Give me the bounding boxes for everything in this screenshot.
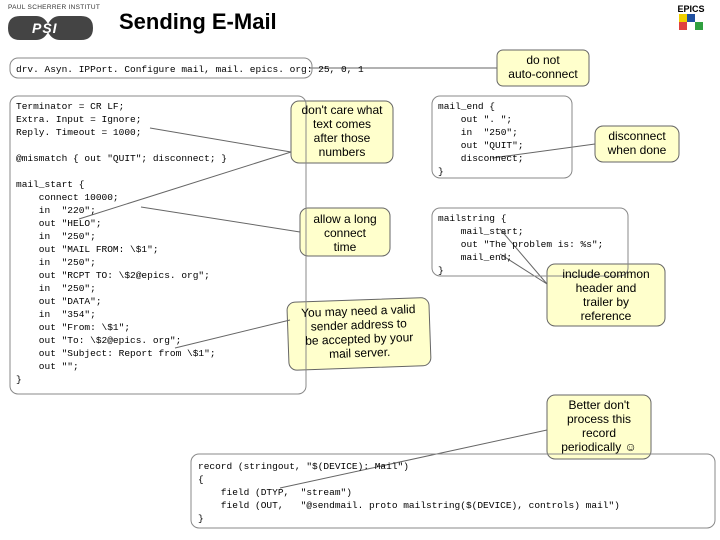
drv-config-code: drv. Asyn. IPPort. Configure mail, mail.… [16, 63, 364, 76]
logo-subtitle: PAUL SCHERRER INSTITUT [8, 4, 100, 11]
page-title: Sending E-Mail [119, 9, 277, 35]
epics-squares [679, 14, 703, 30]
epics-text: EPICS [670, 4, 712, 14]
psi-logo: PAUL SCHERRER INSTITUT PSI [8, 4, 103, 40]
header: PAUL SCHERRER INSTITUT PSI Sending E-Mai… [0, 0, 720, 44]
record-code: record (stringout, "$(DEVICE): Mail") { … [198, 460, 620, 525]
callout-periodically: Better don't process this record periodi… [550, 398, 648, 454]
callout-include: include common header and trailer by ref… [550, 267, 662, 323]
callout-disconnect: disconnect when done [597, 129, 677, 157]
callout-validaddr: You may need a valid sender address to b… [289, 302, 429, 363]
callout-autoconnect: do not auto-connect [500, 53, 586, 81]
callout-longconnect: allow a long connect time [302, 212, 388, 254]
psi-logo-text: PSI [32, 20, 58, 36]
mail-end-code: mail_end { out ". "; in "250"; out "QUIT… [438, 100, 524, 178]
callout-dontcare: don't care what text comes after those n… [293, 103, 391, 159]
epics-logo: EPICS [670, 4, 712, 30]
main-code-block: Terminator = CR LF; Extra. Input = Ignor… [16, 100, 227, 386]
